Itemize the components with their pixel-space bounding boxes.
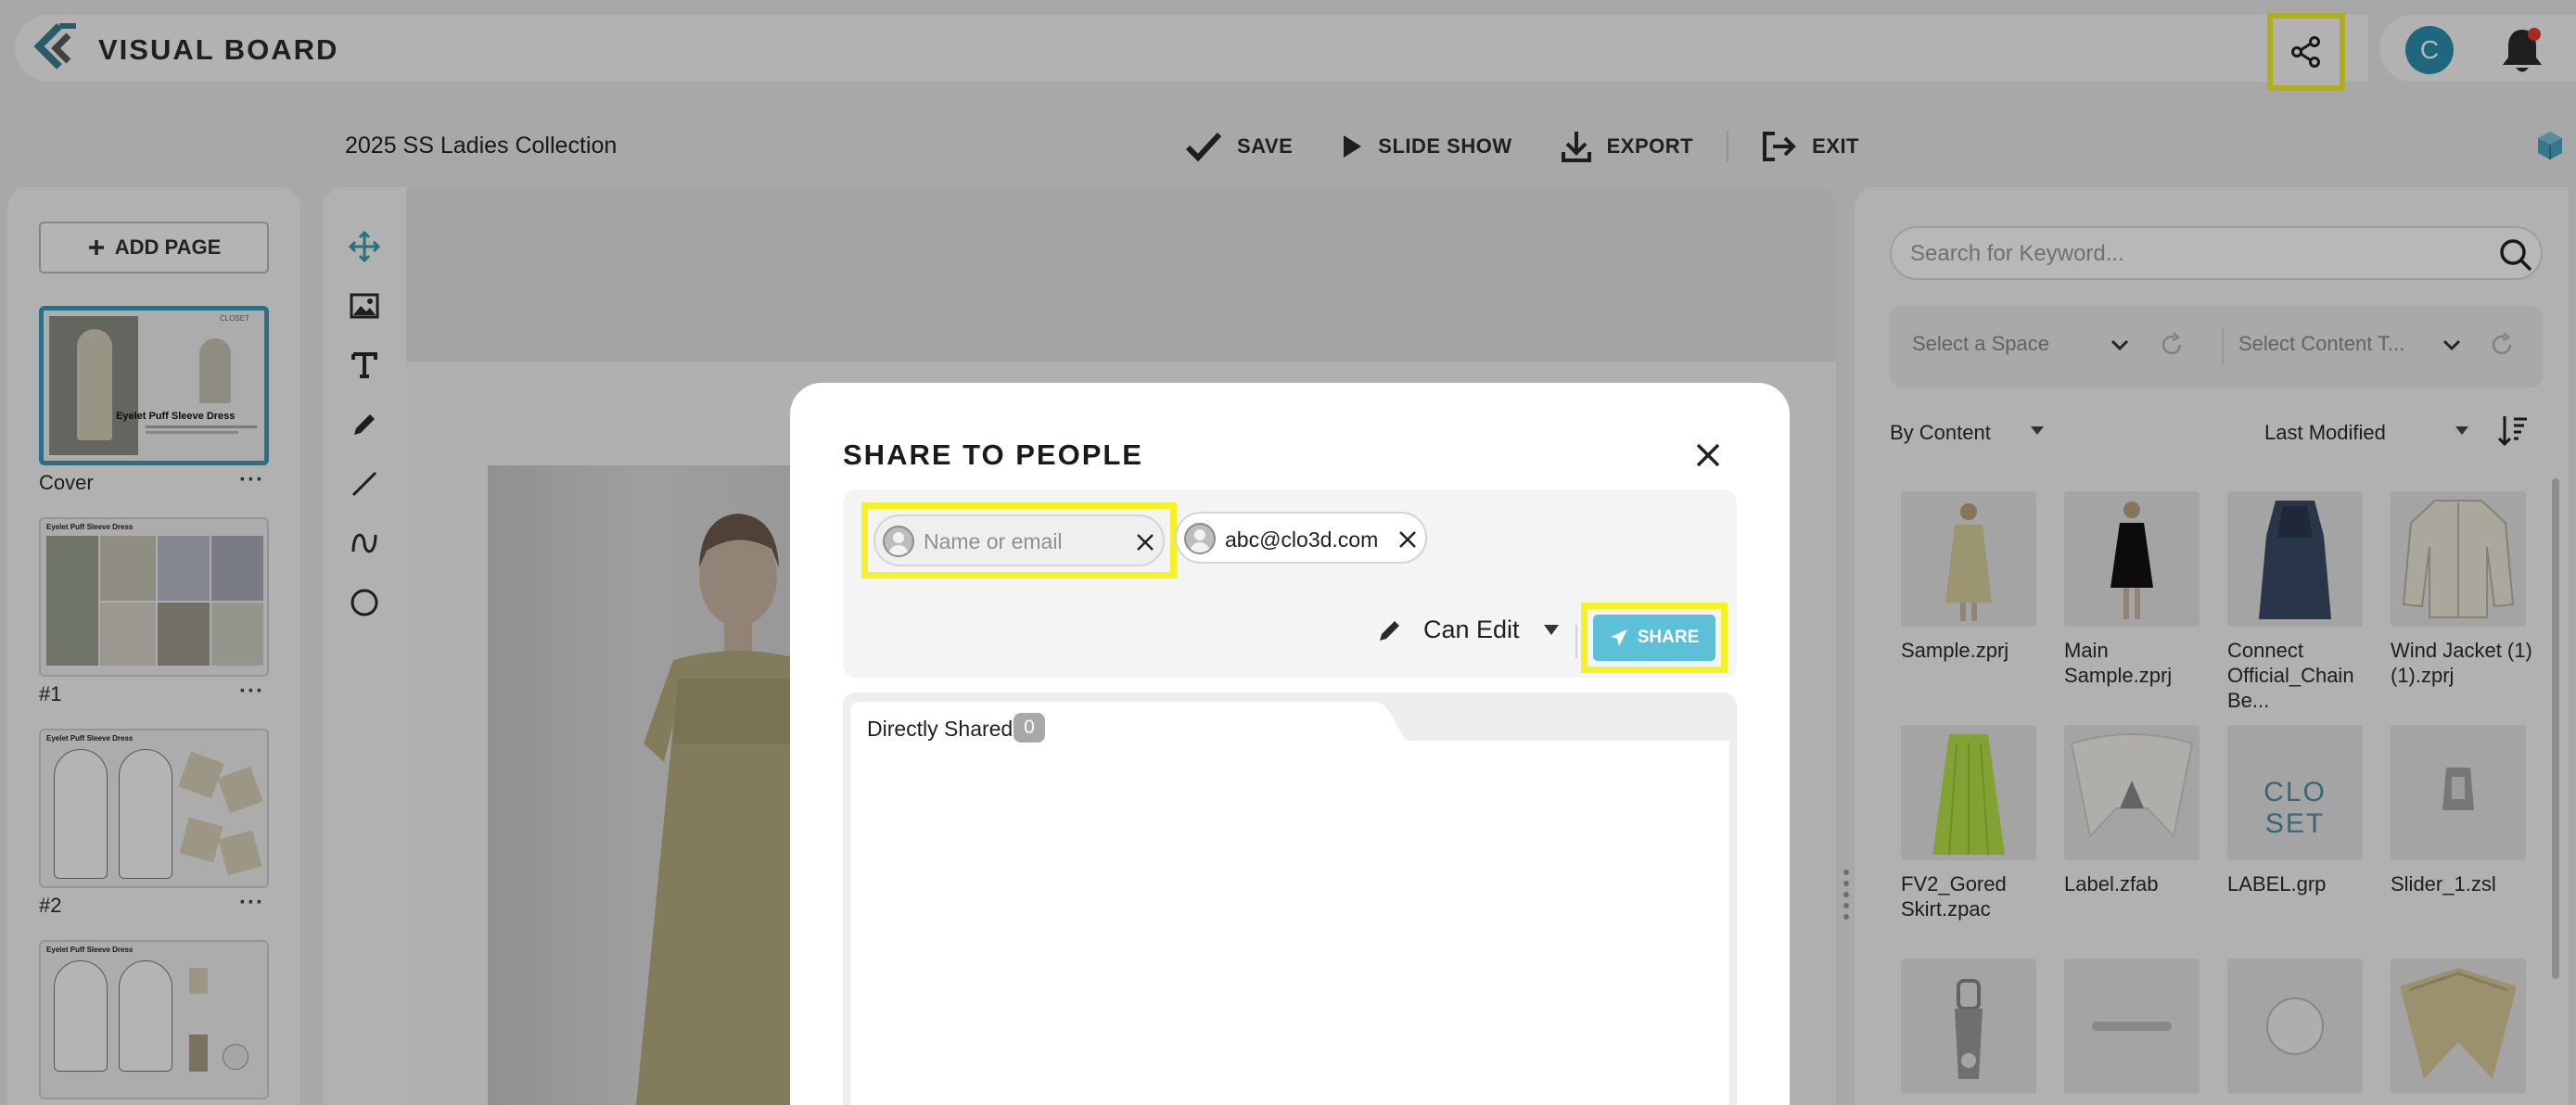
name-or-email-field[interactable] (874, 514, 1165, 566)
person-icon (1184, 523, 1216, 554)
permission-label: Can Edit (1423, 616, 1520, 643)
shared-count-badge: 0 (1014, 713, 1045, 743)
dialog-title: SHARE TO PEOPLE (843, 438, 1143, 471)
invited-email: abc@clo3d.com (1225, 527, 1379, 552)
person-icon (883, 526, 914, 557)
permission-divider (1575, 625, 1577, 658)
shared-list-panel: Directly Shared 0 (843, 692, 1737, 1105)
share-submit-button[interactable]: SHARE (1593, 615, 1715, 661)
close-icon[interactable] (1693, 440, 1723, 470)
name-input-highlight (861, 502, 1177, 578)
clear-input-icon[interactable] (1135, 532, 1155, 552)
share-button-highlight: SHARE (1581, 603, 1728, 673)
share-dialog: SHARE TO PEOPLE abc@clo3d.com Can Edit S… (790, 383, 1790, 1105)
caret-down-icon (1543, 625, 1559, 635)
tab-label: Directly Shared (867, 717, 1014, 741)
pencil-icon (1380, 620, 1399, 641)
permission-select[interactable]: Can Edit (1377, 616, 1559, 644)
name-or-email-input[interactable] (924, 527, 1128, 555)
shared-people-list (850, 741, 1729, 1105)
send-icon (1610, 629, 1627, 646)
share-label: SHARE (1637, 628, 1700, 647)
invited-email-chip: abc@clo3d.com (1175, 512, 1427, 564)
invite-box: abc@clo3d.com Can Edit SHARE (843, 489, 1737, 678)
remove-chip-icon[interactable] (1397, 529, 1418, 550)
